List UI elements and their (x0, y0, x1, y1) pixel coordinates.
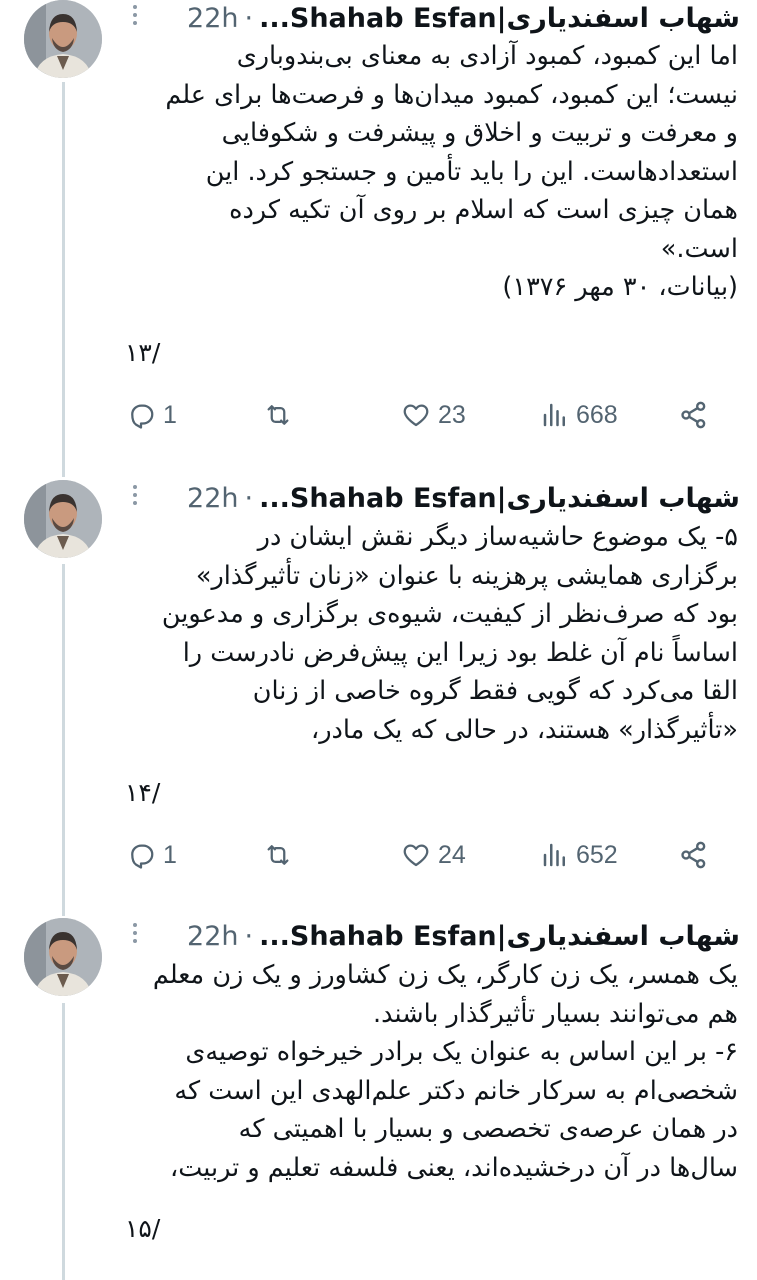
avatar[interactable] (24, 918, 102, 996)
thread-counter: ۱۵/ (125, 1214, 161, 1243)
tweet-line: نیست؛ این کمبود، کمبود میدان‌ها و فرصت‌ه… (165, 79, 738, 110)
like-icon (403, 404, 429, 427)
separator-dot: · (244, 2, 254, 34)
reply-count: 1 (163, 840, 177, 869)
tweet-line: اما این کمبود، کمبود آزادی به معنای بی‌ب… (236, 41, 738, 71)
tweet-header: شهاب اسفندیاری|Shahab Esfan... · 22h (120, 916, 740, 956)
like-button[interactable]: 23 (400, 398, 466, 432)
tweet-line: است.» (660, 233, 738, 264)
tweet-line: اساساً نام آن غلط بود زیرا این پیش‌فرض ن… (182, 637, 738, 668)
thread-counter: ۱۴/ (125, 778, 161, 807)
avatar[interactable] (24, 480, 102, 558)
tweet-line: سال‌ها در آن درخشیده‌اند، یعنی فلسفه تعل… (170, 1152, 738, 1183)
thread-counter: ۱۳/ (125, 338, 161, 367)
share-button[interactable] (678, 398, 710, 432)
tweet-line: بود که صرف‌نظر از کیفیت، شیوه‌ی برگزاری … (161, 599, 738, 629)
tweet-line: «تأثیرگذار» هستند، در حالی که یک مادر، (311, 714, 738, 745)
tweet[interactable]: شهاب اسفندیاری|Shahab Esfan... · 22h اما… (0, 0, 757, 470)
tweet-header: شهاب اسفندیاری|Shahab Esfan... · 22h (120, 478, 740, 518)
timestamp[interactable]: 22h (187, 921, 238, 952)
views-button[interactable]: 652 (540, 838, 618, 872)
views-icon (543, 403, 565, 427)
views-count: 668 (576, 400, 618, 429)
avatar[interactable] (24, 0, 102, 78)
tweet-header: شهاب اسفندیاری|Shahab Esfan... · 22h (120, 0, 740, 38)
reply-count: 1 (163, 400, 177, 429)
tweet-text: یک همسر، یک زن کارگر، یک زن کشاورز و یک … (120, 956, 738, 1187)
like-button[interactable]: 24 (400, 838, 466, 872)
tweet-line: همان چیزی است که اسلام بر روی آن تکیه کر… (229, 195, 738, 225)
repost-button[interactable] (260, 398, 296, 432)
like-count: 23 (438, 400, 466, 429)
tweet-text: ۵- یک موضوع حاشیه‌ساز دیگر نقش ایشان در … (120, 518, 738, 749)
more-icon[interactable] (120, 918, 150, 948)
more-icon[interactable] (120, 480, 150, 510)
views-icon (543, 843, 565, 867)
separator-dot: · (244, 482, 254, 514)
like-icon (403, 844, 429, 867)
timestamp[interactable]: 22h (187, 3, 238, 34)
tweet-line: هم می‌توانند بسیار تأثیرگذار باشند. (373, 998, 738, 1029)
tweet-line: شخصی‌ام به سرکار خانم دکتر علم‌الهدی این… (174, 1075, 738, 1106)
repost-icon (267, 405, 289, 425)
tweet-line: یک همسر، یک زن کارگر، یک زن کشاورز و یک … (152, 960, 738, 990)
tweet-line: ۶- بر این اساس به عنوان یک برادر خیرخواه… (185, 1037, 738, 1067)
tweet-line: در همان عرصه‌ی تخصصی و بسیار با اهمیتی ک… (238, 1114, 738, 1144)
tweet-line: و معرفت و تربیت و اخلاق و پیشرفت و شکوفا… (221, 118, 738, 148)
action-bar: 1 23 668 (125, 398, 715, 432)
tweet-line: استعدادهاست. این را باید تأمین و جستجو ک… (205, 156, 738, 187)
reply-icon (131, 844, 154, 869)
reply-icon (131, 404, 154, 429)
tweet-line: القا می‌کرد که گویی فقط گروه خاصی از زنا… (252, 676, 738, 706)
tweet-line: برگزاری همایشی پرهزینه با عنوان «زنان تأ… (195, 560, 738, 591)
timestamp[interactable]: 22h (187, 483, 238, 514)
display-name[interactable]: شهاب اسفندیاری|Shahab Esfan... (259, 3, 740, 34)
repost-button[interactable] (260, 838, 296, 872)
share-icon (681, 841, 706, 869)
views-button[interactable]: 668 (540, 398, 618, 432)
like-count: 24 (438, 840, 466, 869)
share-button[interactable] (678, 838, 710, 872)
reply-button[interactable]: 1 (125, 838, 177, 872)
tweet-line: (بیانات، ۳۰ مهر ۱۳۷۶) (502, 272, 738, 302)
display-name[interactable]: شهاب اسفندیاری|Shahab Esfan... (259, 921, 740, 952)
reply-button[interactable]: 1 (125, 398, 177, 432)
action-bar: 1 24 652 (125, 838, 715, 872)
display-name[interactable]: شهاب اسفندیاری|Shahab Esfan... (259, 483, 740, 514)
repost-icon (267, 845, 289, 865)
tweet-line: ۵- یک موضوع حاشیه‌ساز دیگر نقش ایشان در (257, 522, 738, 552)
tweet-text: اما این کمبود، کمبود آزادی به معنای بی‌ب… (120, 37, 738, 307)
tweet[interactable]: شهاب اسفندیاری|Shahab Esfan... · 22h یک … (0, 918, 757, 1280)
separator-dot: · (244, 920, 254, 952)
more-icon[interactable] (120, 0, 150, 30)
tweet[interactable]: شهاب اسفندیاری|Shahab Esfan... · 22h ۵- … (0, 480, 757, 910)
share-icon (681, 401, 706, 429)
views-count: 652 (576, 840, 618, 869)
